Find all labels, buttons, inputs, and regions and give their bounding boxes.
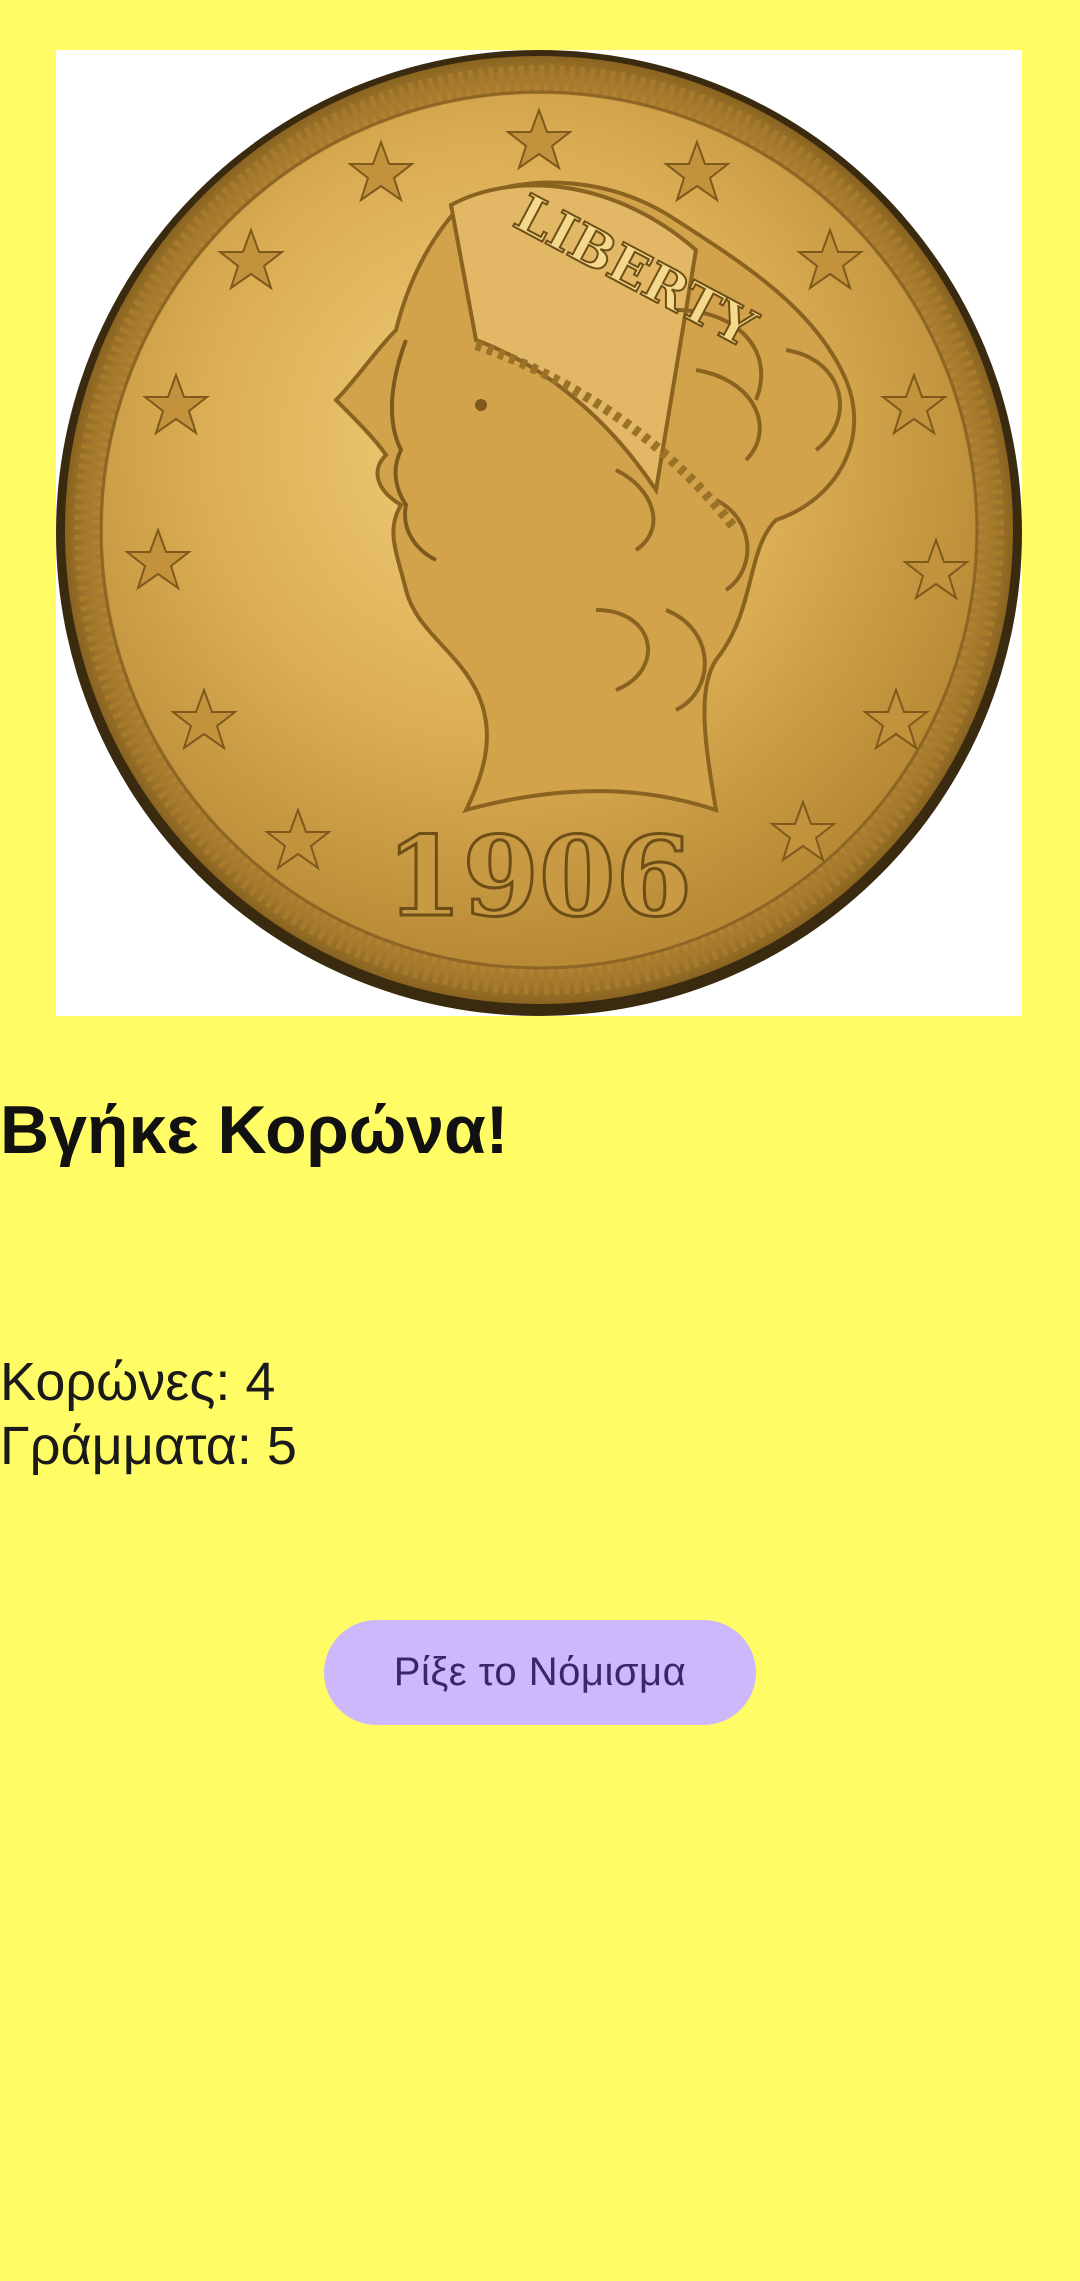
score-counters: Κορώνες: 4 Γράμματα: 5 [0,1350,297,1478]
app-screen: LIBERTY 1906 Βγήκε Κορώνα! Κορώνες: 4 Γρ… [0,0,1080,2281]
coin-heads-icon: LIBERTY 1906 [56,50,1022,1016]
flip-coin-button[interactable]: Ρίξε το Νόμισμα [324,1620,756,1725]
coin-year: 1906 [386,812,692,941]
coin-image: LIBERTY 1906 [56,50,1022,1016]
result-title: Βγήκε Κορώνα! [0,1092,509,1168]
tails-count: Γράμματα: 5 [0,1416,297,1476]
heads-count: Κορώνες: 4 [0,1352,276,1412]
